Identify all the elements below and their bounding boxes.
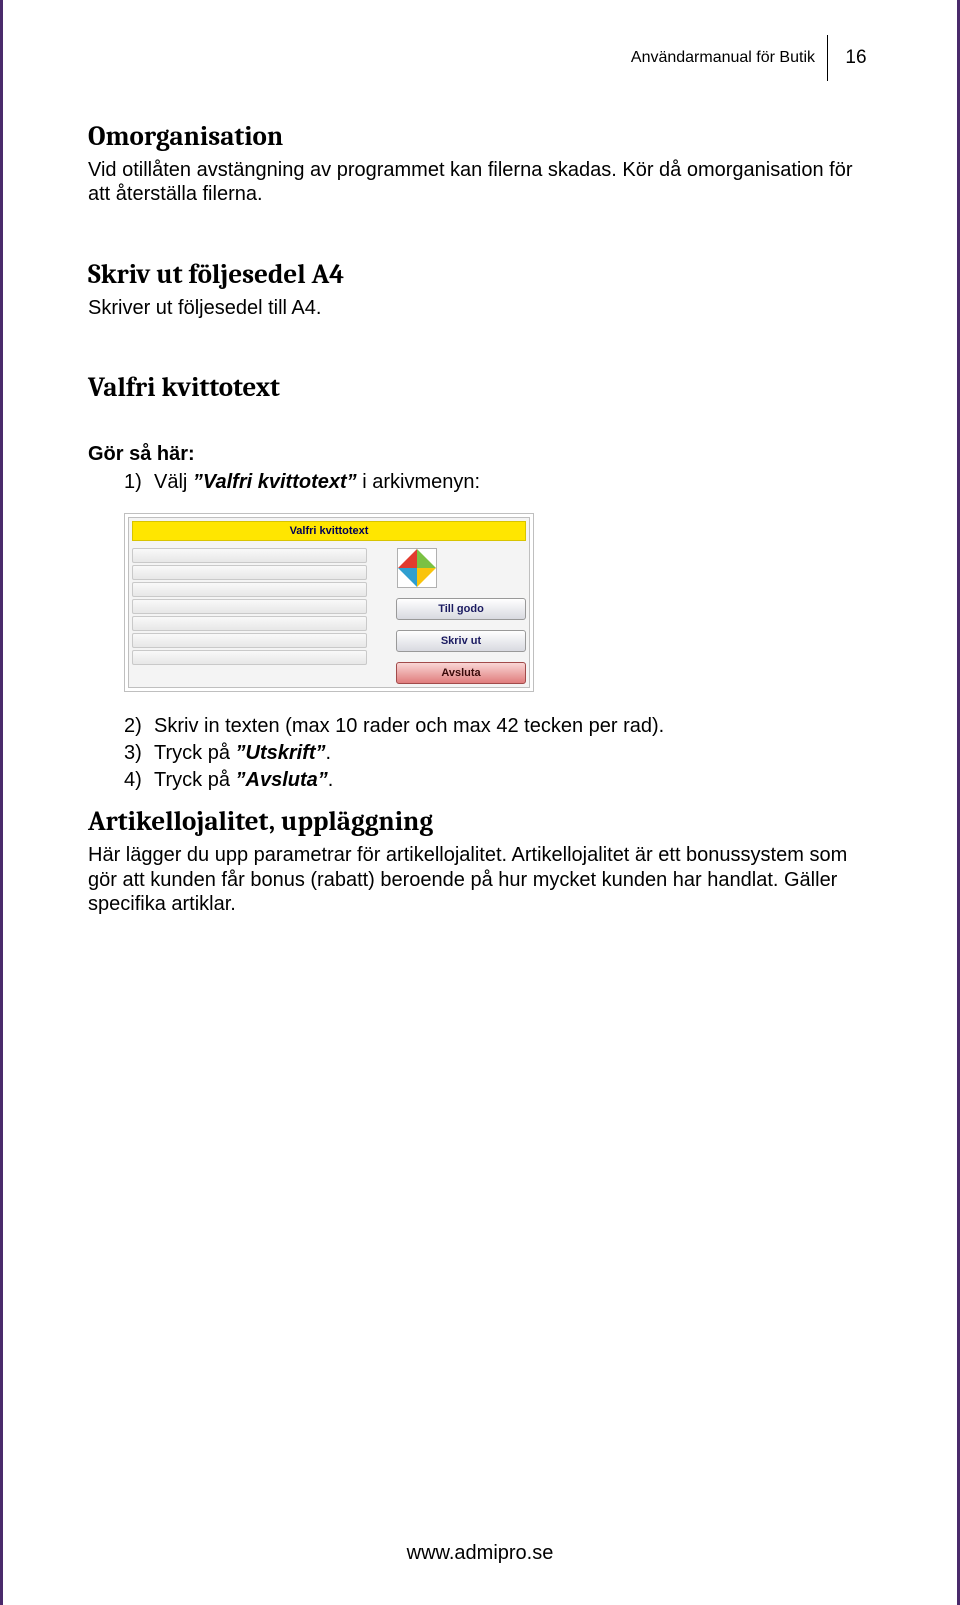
step-fragment: Välj: [154, 471, 193, 493]
step-fragment: Tryck på: [154, 742, 236, 764]
skriv-ut-button[interactable]: Skriv ut: [396, 630, 526, 652]
text-line[interactable]: [132, 548, 367, 563]
step-fragment: .: [326, 742, 332, 764]
steps-list: 1) Välj ”Valfri kvittotext” i arkivmenyn…: [124, 470, 872, 495]
list-item: 3) Tryck på ”Utskrift”.: [124, 741, 872, 766]
page-header: Användarmanual för Butik 16: [88, 35, 872, 81]
text-line[interactable]: [132, 582, 367, 597]
step-text: Tryck på ”Utskrift”.: [154, 741, 872, 766]
embedded-panel: Valfri kvittotext Till godo Skriv ut Avs…: [124, 513, 534, 692]
step-text: Välj ”Valfri kvittotext” i arkivmenyn:: [154, 470, 872, 495]
para-artikellojalitet: Här lägger du upp parametrar för artikel…: [88, 843, 872, 916]
step-fragment: .: [328, 769, 334, 791]
step-number: 2): [124, 714, 154, 739]
heading-artikellojalitet: Artikellojalitet, uppläggning: [88, 806, 872, 837]
text-line[interactable]: [132, 565, 367, 580]
panel-inner: Valfri kvittotext Till godo Skriv ut Avs…: [128, 517, 530, 688]
header-divider: [827, 35, 828, 81]
step-bold: ”Valfri kvittotext”: [193, 471, 357, 493]
steps-list-cont: 2) Skriv in texten (max 10 rader och max…: [124, 714, 872, 792]
list-item: 1) Välj ”Valfri kvittotext” i arkivmenyn…: [124, 470, 872, 495]
lead-gor-sa-har: Gör så här:: [88, 443, 872, 466]
panel-buttons: Till godo Skriv ut Avsluta: [377, 548, 526, 684]
step-text: Tryck på ”Avsluta”.: [154, 768, 872, 793]
heading-omorganisation: Omorganisation: [88, 121, 872, 152]
logo-icon: [397, 548, 437, 588]
heading-foljesedel: Skriv ut följesedel A4: [88, 259, 872, 290]
till-godo-button[interactable]: Till godo: [396, 598, 526, 620]
doc-title: Användarmanual för Butik: [631, 49, 815, 67]
page-number: 16: [840, 47, 872, 69]
text-line[interactable]: [132, 650, 367, 665]
panel-textarea[interactable]: [132, 548, 367, 684]
step-number: 3): [124, 741, 154, 766]
step-number: 1): [124, 470, 154, 495]
panel-columns: Till godo Skriv ut Avsluta: [132, 548, 526, 684]
list-item: 4) Tryck på ”Avsluta”.: [124, 768, 872, 793]
step-number: 4): [124, 768, 154, 793]
avsluta-button[interactable]: Avsluta: [396, 662, 526, 684]
step-fragment: i arkivmenyn:: [357, 471, 480, 493]
list-item: 2) Skriv in texten (max 10 rader och max…: [124, 714, 872, 739]
heading-kvittotext: Valfri kvittotext: [88, 372, 872, 403]
footer-url: www.admipro.se: [3, 1542, 957, 1565]
step-fragment: Tryck på: [154, 769, 236, 791]
text-line[interactable]: [132, 633, 367, 648]
para-omorganisation: Vid otillåten avstängning av programmet …: [88, 158, 872, 207]
para-foljesedel: Skriver ut följesedel till A4.: [88, 296, 872, 320]
step-bold: ”Avsluta”: [236, 769, 328, 791]
step-bold: ”Utskrift”: [236, 742, 326, 764]
panel-title: Valfri kvittotext: [132, 521, 526, 541]
step-text: Skriv in texten (max 10 rader och max 42…: [154, 714, 872, 739]
text-line[interactable]: [132, 599, 367, 614]
text-line[interactable]: [132, 616, 367, 631]
